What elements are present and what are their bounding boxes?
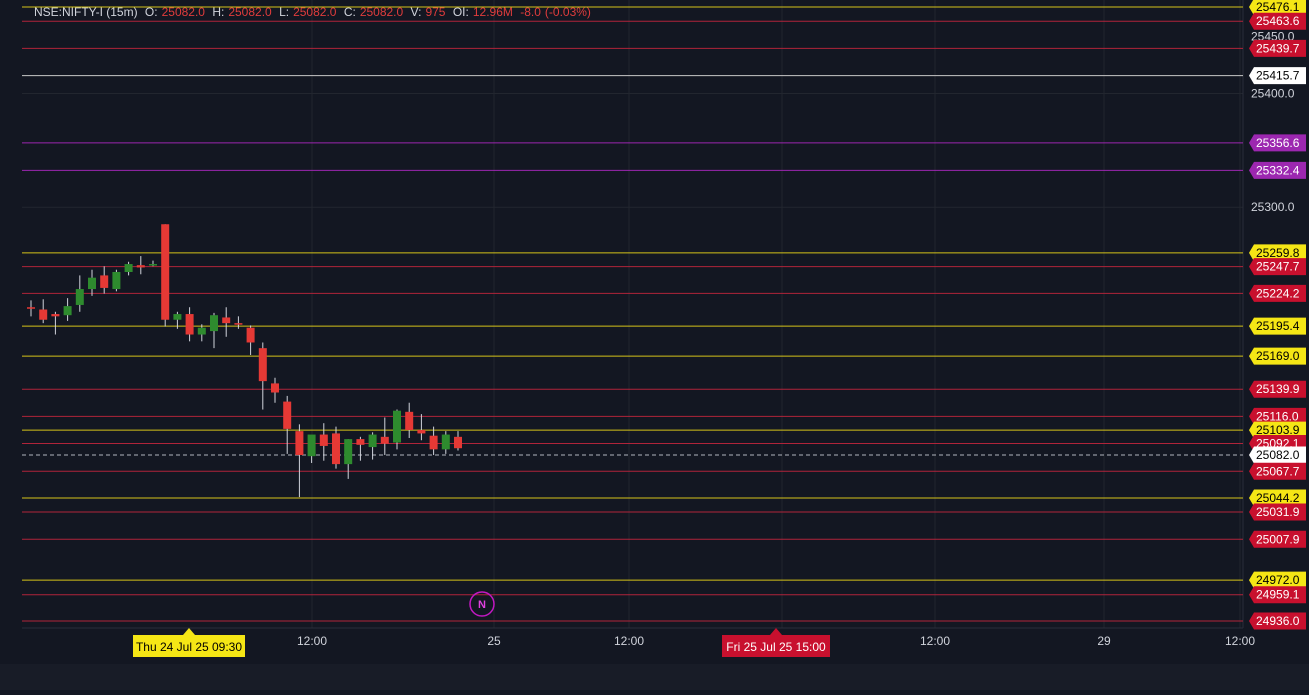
candle-up	[210, 315, 218, 332]
time-flag-label: Fri 25 Jul 25 15:00	[726, 640, 826, 654]
candle-down	[51, 314, 60, 317]
candle-up	[368, 434, 377, 448]
candle-down	[234, 323, 243, 325]
price-badge-label: 25067.7	[1256, 464, 1300, 478]
candle-up	[75, 289, 84, 305]
candle-down	[380, 436, 389, 444]
price-badge-label: 25463.6	[1256, 14, 1300, 28]
time-tick-label: 12:00	[297, 634, 327, 648]
candle-down	[39, 309, 48, 320]
candle-up	[173, 314, 182, 320]
price-tick-label: 25400.0	[1251, 87, 1295, 101]
price-badge-label: 25259.8	[1256, 246, 1300, 260]
price-badge-label: 25356.6	[1256, 136, 1300, 150]
low-label: L:	[279, 5, 290, 19]
oi-label: OI:	[452, 5, 469, 19]
candle-down	[454, 436, 462, 449]
time-tick-label: 25	[487, 634, 501, 648]
chart-background	[0, 0, 1309, 690]
candle-up	[307, 434, 316, 457]
price-badge-label: 25044.2	[1256, 491, 1300, 505]
price-tick-label: 25300.0	[1251, 200, 1295, 214]
close-value: 25082.0	[359, 5, 404, 19]
volume-value: 975	[425, 5, 446, 19]
price-badge-label: 25195.4	[1256, 319, 1300, 333]
candle-down	[246, 327, 255, 343]
candle-down	[295, 431, 304, 456]
candle-up	[393, 410, 401, 443]
oi-value: 12.96M	[472, 5, 513, 19]
price-badge-label: 24959.1	[1256, 588, 1300, 602]
candle-up	[197, 327, 206, 335]
volume-label: V:	[410, 5, 422, 19]
candle-down	[27, 307, 35, 309]
candle-down	[417, 430, 426, 434]
price-badge-label: 25031.9	[1256, 505, 1300, 519]
candle-down	[429, 435, 438, 450]
change-value: -8.0	[520, 5, 541, 19]
time-tick-label: 12:00	[614, 634, 644, 648]
time-tick-label: 12:00	[1225, 634, 1255, 648]
candle-down	[222, 317, 231, 324]
price-badge-label: 24936.0	[1256, 614, 1300, 628]
close-label: C:	[343, 5, 356, 19]
time-tick-label: 12:00	[920, 634, 950, 648]
price-badge-label: 25169.0	[1256, 349, 1300, 363]
open-value: 25082.0	[161, 5, 205, 19]
price-badge-label: 25415.7	[1256, 69, 1300, 83]
candle-down	[100, 275, 109, 288]
chart-canvas[interactable]: 25300.025400.025450.025476.125463.625439…	[0, 0, 1309, 690]
low-value: 25082.0	[293, 5, 337, 19]
symbol-name[interactable]: NSE:NIFTY-I (15m)	[34, 5, 138, 19]
high-value: 25082.0	[228, 5, 272, 19]
candle-down	[161, 224, 170, 320]
price-badge-label: 25332.4	[1256, 163, 1300, 177]
price-badge-label: 25439.7	[1256, 41, 1300, 55]
bottom-toolbar	[0, 664, 1309, 690]
candle-down	[271, 383, 279, 393]
candle-up	[63, 306, 72, 316]
candle-down	[136, 265, 145, 268]
candle-up	[344, 439, 353, 465]
candle-down	[356, 439, 365, 445]
chart[interactable]: 25300.0 25400.0 25450.0 25476.1 25463.6 25439…	[0, 0, 1309, 690]
open-label: O:	[144, 5, 158, 19]
time-tick-label: 29	[1097, 634, 1111, 648]
candle-down	[185, 314, 194, 335]
symbol-header: NSE:NIFTY-I (15m) O: 25082.0 H: 25082.0 L:…	[34, 5, 595, 19]
change-percent: (-0.03%)	[544, 5, 591, 19]
candle-up	[112, 271, 121, 290]
high-label: H:	[212, 5, 225, 19]
price-badge-label: 25139.9	[1256, 382, 1300, 396]
candle-down	[332, 433, 340, 465]
candle-up	[149, 264, 157, 266]
price-badge-label: 25476.1	[1256, 0, 1300, 14]
price-badge-label: 25116.0	[1256, 409, 1299, 423]
candle-up	[441, 434, 450, 450]
candle-down	[405, 411, 414, 431]
price-badge-label: 25007.9	[1256, 532, 1300, 546]
price-badge-label: 24972.0	[1256, 573, 1300, 587]
price-badge-label: 25224.2	[1256, 286, 1300, 300]
news-marker-label: N	[478, 599, 486, 611]
candle-up	[88, 277, 96, 290]
price-badge-label: 25082.0	[1256, 448, 1300, 462]
candle-down	[283, 401, 292, 429]
price-badge-label: 25247.7	[1256, 260, 1300, 274]
price-badge-label: 25103.9	[1256, 423, 1300, 437]
candle-down	[319, 434, 328, 446]
time-flag-label: Thu 24 Jul 25 09:30	[136, 640, 242, 654]
candle-up	[124, 264, 133, 272]
candle-down	[258, 348, 267, 382]
